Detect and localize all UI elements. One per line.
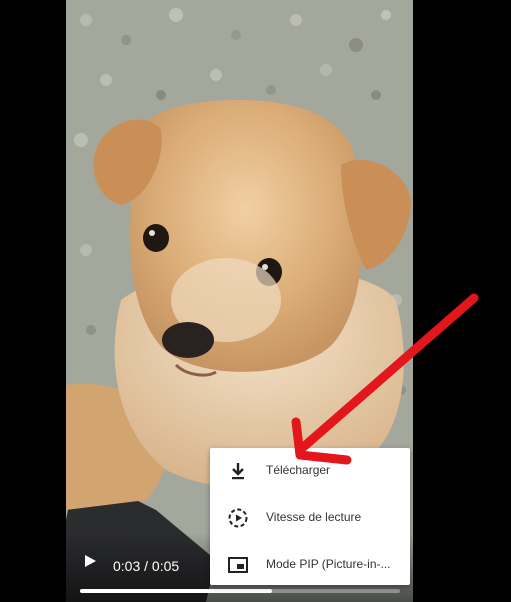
- picture-in-picture-icon: [228, 557, 248, 573]
- player-overflow-menu: Télécharger Vitesse de lecture Mode PIP …: [210, 448, 410, 585]
- menu-item-label: Vitesse de lecture: [266, 510, 362, 524]
- play-icon[interactable]: [80, 551, 100, 571]
- menu-item-label: Mode PIP (Picture-in-...: [266, 557, 391, 571]
- time-display: 0:03 / 0:05: [113, 558, 180, 574]
- menu-item-playback-speed[interactable]: Vitesse de lecture: [210, 497, 410, 537]
- menu-item-download[interactable]: Télécharger: [210, 450, 410, 490]
- download-icon: [232, 463, 244, 480]
- progress-bar[interactable]: [80, 589, 400, 593]
- menu-item-pip[interactable]: Mode PIP (Picture-in-...: [210, 544, 410, 584]
- progress-fill: [80, 589, 272, 593]
- menu-item-label: Télécharger: [266, 463, 331, 477]
- playback-speed-icon: [228, 508, 248, 528]
